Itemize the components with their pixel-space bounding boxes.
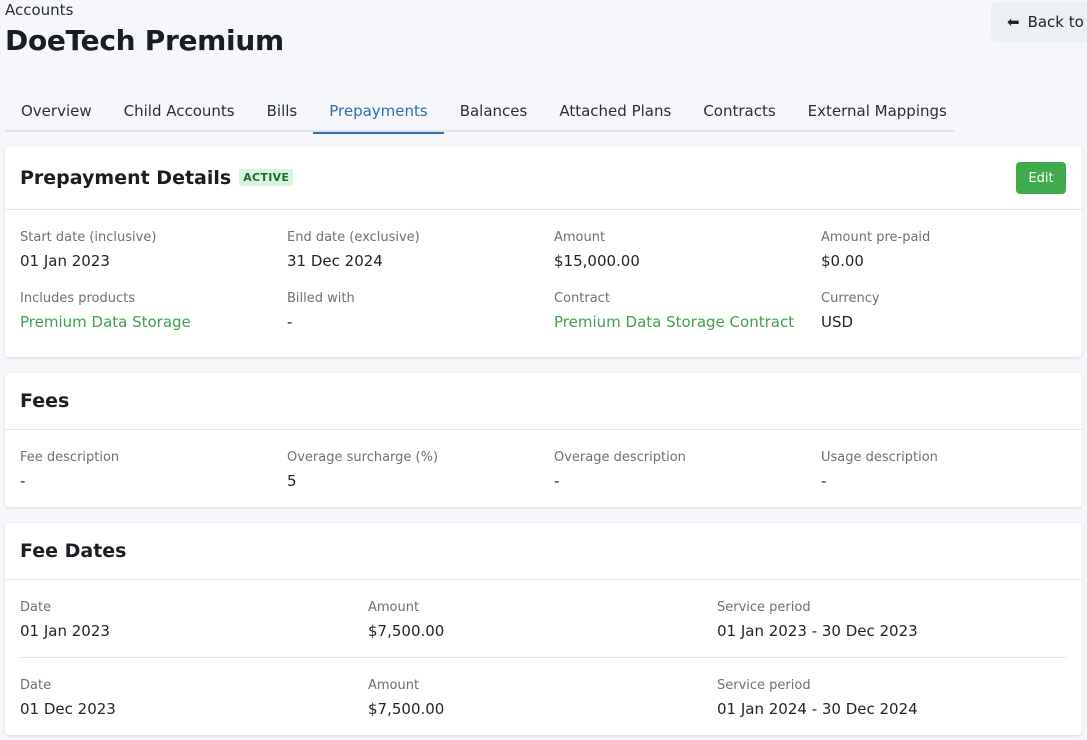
tab-bar: Overview Child Accounts Bills Prepayment… xyxy=(5,90,954,134)
field-overage-surcharge: Overage surcharge (%) 5 xyxy=(287,430,554,491)
field-value: - xyxy=(821,472,827,490)
back-button-label: Back to xyxy=(1027,13,1084,31)
list-item: Date 01 Jan 2023 Amount $7,500.00 Servic… xyxy=(20,580,1067,658)
status-badge: ACTIVE xyxy=(239,169,294,186)
card-title: Fee Dates xyxy=(20,540,127,562)
field-value: - xyxy=(20,472,26,490)
prepayment-details-header: Prepayment Details ACTIVE Edit xyxy=(5,146,1082,210)
fee-date: Date 01 Dec 2023 xyxy=(20,658,368,736)
product-link[interactable]: Premium Data Storage xyxy=(20,312,287,332)
prepayment-fields: Start date (inclusive) 01 Jan 2023 End d… xyxy=(5,210,1082,332)
field-contract: Contract Premium Data Storage Contract xyxy=(554,271,821,332)
field-label: Includes products xyxy=(20,291,136,306)
fees-fields: Fee description - Overage surcharge (%) … xyxy=(5,430,1082,491)
fee-service-period: Service period 01 Jan 2024 - 30 Dec 2024 xyxy=(717,658,1067,736)
fee-service-period: Service period 01 Jan 2023 - 30 Dec 2023 xyxy=(717,580,1067,657)
card-title: Prepayment Details xyxy=(20,166,232,189)
field-label: Service period xyxy=(717,678,811,693)
field-value: - xyxy=(554,472,560,490)
tab-child-accounts[interactable]: Child Accounts xyxy=(108,90,251,132)
field-value: - xyxy=(287,313,293,331)
tab-prepayments[interactable]: Prepayments xyxy=(313,90,445,134)
arrow-left-icon: ⬅ xyxy=(1007,13,1020,31)
fee-dates-header: Fee Dates xyxy=(5,523,1082,580)
field-value: 01 Jan 2023 xyxy=(20,252,110,270)
page-title: DoeTech Premium xyxy=(5,24,284,57)
field-label: Contract xyxy=(554,291,610,306)
fee-date: Date 01 Jan 2023 xyxy=(20,580,368,657)
fee-amount: Amount $7,500.00 xyxy=(368,658,717,736)
tab-bills[interactable]: Bills xyxy=(251,90,314,132)
field-amount-prepaid: Amount pre-paid $0.00 xyxy=(821,210,1087,271)
field-label: Amount pre-paid xyxy=(821,230,931,245)
list-item: Date 01 Dec 2023 Amount $7,500.00 Servic… xyxy=(20,658,1067,736)
field-label: Amount xyxy=(554,230,606,245)
tab-overview[interactable]: Overview xyxy=(5,90,108,132)
fees-header: Fees xyxy=(5,373,1082,430)
fee-dates-card: Fee Dates Date 01 Jan 2023 Amount $7,500… xyxy=(5,523,1082,735)
field-includes-products: Includes products Premium Data Storage xyxy=(20,271,287,332)
field-label: Fee description xyxy=(20,450,120,465)
tab-contracts[interactable]: Contracts xyxy=(687,90,791,132)
breadcrumb[interactable]: Accounts xyxy=(5,1,73,19)
tab-external-mappings[interactable]: External Mappings xyxy=(792,90,963,132)
field-amount: Amount $15,000.00 xyxy=(554,210,821,271)
tab-balances[interactable]: Balances xyxy=(444,90,544,132)
field-label: Overage surcharge (%) xyxy=(287,450,439,465)
prepayment-details-card: Prepayment Details ACTIVE Edit Start dat… xyxy=(5,146,1082,357)
field-billed-with: Billed with - xyxy=(287,271,554,332)
contract-link[interactable]: Premium Data Storage Contract xyxy=(554,312,821,332)
fees-card: Fees Fee description - Overage surcharge… xyxy=(5,373,1082,507)
field-label: Overage description xyxy=(554,450,686,465)
card-title: Fees xyxy=(20,390,70,412)
field-label: Billed with xyxy=(287,291,355,306)
fee-amount: Amount $7,500.00 xyxy=(368,580,717,657)
field-value: 5 xyxy=(287,472,297,490)
field-currency: Currency USD xyxy=(821,271,1087,332)
tab-attached-plans[interactable]: Attached Plans xyxy=(543,90,687,132)
field-value: 01 Jan 2023 xyxy=(20,622,110,640)
edit-button[interactable]: Edit xyxy=(1016,162,1066,194)
field-value: 01 Jan 2024 - 30 Dec 2024 xyxy=(717,700,918,718)
field-label: Start date (inclusive) xyxy=(20,230,157,245)
field-value: USD xyxy=(821,313,854,331)
field-label: Usage description xyxy=(821,450,938,465)
field-value: $7,500.00 xyxy=(368,622,445,640)
field-value: $15,000.00 xyxy=(554,252,640,270)
field-fee-description: Fee description - xyxy=(20,430,287,491)
field-label: Amount xyxy=(368,678,420,693)
back-button[interactable]: ⬅ Back to xyxy=(991,2,1087,42)
field-value: 31 Dec 2024 xyxy=(287,252,383,270)
field-label: Date xyxy=(20,678,52,693)
field-label: Date xyxy=(20,600,52,615)
fee-dates-list: Date 01 Jan 2023 Amount $7,500.00 Servic… xyxy=(5,580,1082,736)
field-label: Amount xyxy=(368,600,420,615)
field-usage-description: Usage description - xyxy=(821,430,1087,491)
field-value: 01 Dec 2023 xyxy=(20,700,116,718)
field-start-date: Start date (inclusive) 01 Jan 2023 xyxy=(20,210,287,271)
field-label: Currency xyxy=(821,291,880,306)
field-label: Service period xyxy=(717,600,811,615)
field-end-date: End date (exclusive) 31 Dec 2024 xyxy=(287,210,554,271)
field-label: End date (exclusive) xyxy=(287,230,420,245)
field-value: 01 Jan 2023 - 30 Dec 2023 xyxy=(717,622,918,640)
field-value: $0.00 xyxy=(821,252,864,270)
field-overage-description: Overage description - xyxy=(554,430,821,491)
field-value: $7,500.00 xyxy=(368,700,445,718)
